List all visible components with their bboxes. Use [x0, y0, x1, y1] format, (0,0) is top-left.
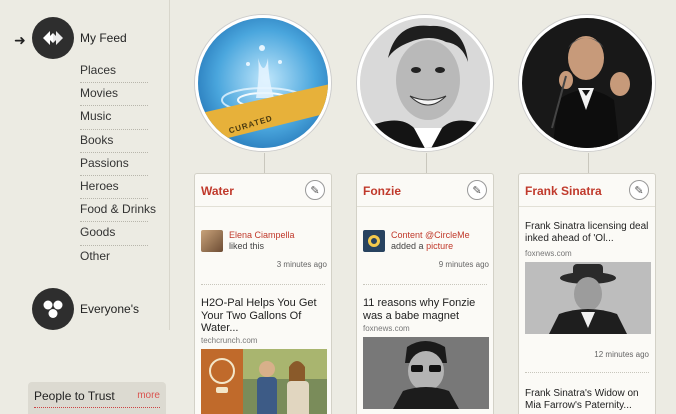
category-goods[interactable]: Goods [80, 222, 148, 246]
divider [34, 407, 160, 408]
active-arrow-icon: ➜ [14, 32, 26, 48]
activity-verb: added a picture [391, 241, 453, 251]
article-time: 12 minutes ago [594, 350, 649, 359]
article-image[interactable] [525, 262, 651, 334]
connector-line [588, 153, 589, 175]
card-fonzie: Fonzie ✎ Content @CircleMe added a pictu… [356, 173, 494, 414]
category-movies[interactable]: Movies [80, 83, 148, 107]
edit-button[interactable]: ✎ [629, 180, 649, 200]
article-headline-2[interactable]: Frank Sinatra's Widow on Mia Farrow's Pa… [525, 388, 653, 412]
article-headline[interactable]: Frank Sinatra licensing deal inked ahead… [525, 221, 653, 245]
divider [525, 372, 649, 373]
category-places[interactable]: Places [80, 60, 148, 84]
everyones-icon[interactable] [32, 288, 74, 330]
article-source: techcrunch.com [201, 336, 258, 345]
article-headline[interactable]: H2O-Pal Helps You Get Your Two Gallons O… [201, 297, 329, 335]
nav-everyones[interactable]: Everyone's [80, 302, 139, 316]
article-headline[interactable]: 11 reasons why Fonzie was a babe magnet [363, 297, 491, 322]
avatar[interactable] [201, 230, 223, 252]
fonzie-portrait-image [360, 18, 490, 148]
pencil-icon: ✎ [634, 184, 644, 197]
category-other[interactable]: Other [80, 246, 148, 269]
divider [195, 206, 331, 207]
my-feed-icon[interactable] [32, 17, 74, 59]
card-title[interactable]: Frank Sinatra [525, 184, 602, 198]
people-more-link[interactable]: more [137, 390, 160, 401]
activity-item: Elena Ciampella liked this 3 minutes ago [201, 230, 327, 270]
activity-time: 9 minutes ago [438, 260, 489, 269]
frank-sinatra-circle-image[interactable] [519, 15, 655, 151]
pencil-icon: ✎ [310, 184, 320, 197]
category-passions[interactable]: Passions [80, 153, 148, 176]
divider [363, 284, 487, 285]
activity-user-link[interactable]: Elena Ciampella [229, 230, 295, 240]
category-list: Places Movies Music Books Passions Heroe… [80, 60, 156, 269]
frank-sinatra-portrait-image [522, 18, 652, 148]
card-water: Water ✎ Elena Ciampella liked this 3 min… [194, 173, 332, 414]
article-image[interactable] [201, 349, 327, 414]
sidebar: ➜ My Feed Places Movies Music Books Pass… [0, 0, 170, 414]
divider [357, 206, 493, 207]
category-books[interactable]: Books [80, 130, 148, 153]
divider [519, 206, 655, 207]
edit-button[interactable]: ✎ [305, 180, 325, 200]
activity-time: 3 minutes ago [276, 260, 327, 269]
divider [201, 284, 325, 285]
people-to-trust-panel: People to Trust more [28, 382, 166, 414]
water-circle-image[interactable]: CURATED [195, 15, 331, 151]
fonzie-circle-image[interactable] [357, 15, 493, 151]
article-image[interactable] [363, 337, 489, 409]
connector-line [264, 153, 265, 175]
people-to-trust-title: People to Trust [34, 389, 115, 403]
activity-item: Content @CircleMe added a picture 9 minu… [363, 230, 489, 270]
activity-user-link[interactable]: Content @CircleMe [391, 230, 470, 240]
category-music[interactable]: Music [80, 106, 148, 130]
card-frank-sinatra: Frank Sinatra ✎ Frank Sinatra licensing … [518, 173, 656, 414]
pencil-icon: ✎ [472, 184, 482, 197]
category-heroes[interactable]: Heroes [80, 176, 148, 200]
edit-button[interactable]: ✎ [467, 180, 487, 200]
water-splash-image [198, 18, 328, 148]
circleme-logo-icon [368, 235, 380, 247]
article-source: foxnews.com [525, 249, 572, 258]
category-food-drinks[interactable]: Food & Drinks [80, 199, 156, 223]
article-source: foxnews.com [363, 324, 410, 333]
activity-verb: liked this [229, 241, 265, 251]
sidebar-divider [169, 0, 170, 330]
connector-line [426, 153, 427, 175]
card-title[interactable]: Water [201, 184, 234, 198]
activity-picture-link[interactable]: picture [426, 241, 453, 251]
activity-verb-text: added a [391, 241, 424, 251]
nav-my-feed[interactable]: My Feed [80, 31, 127, 45]
avatar[interactable] [363, 230, 385, 252]
card-title[interactable]: Fonzie [363, 184, 401, 198]
